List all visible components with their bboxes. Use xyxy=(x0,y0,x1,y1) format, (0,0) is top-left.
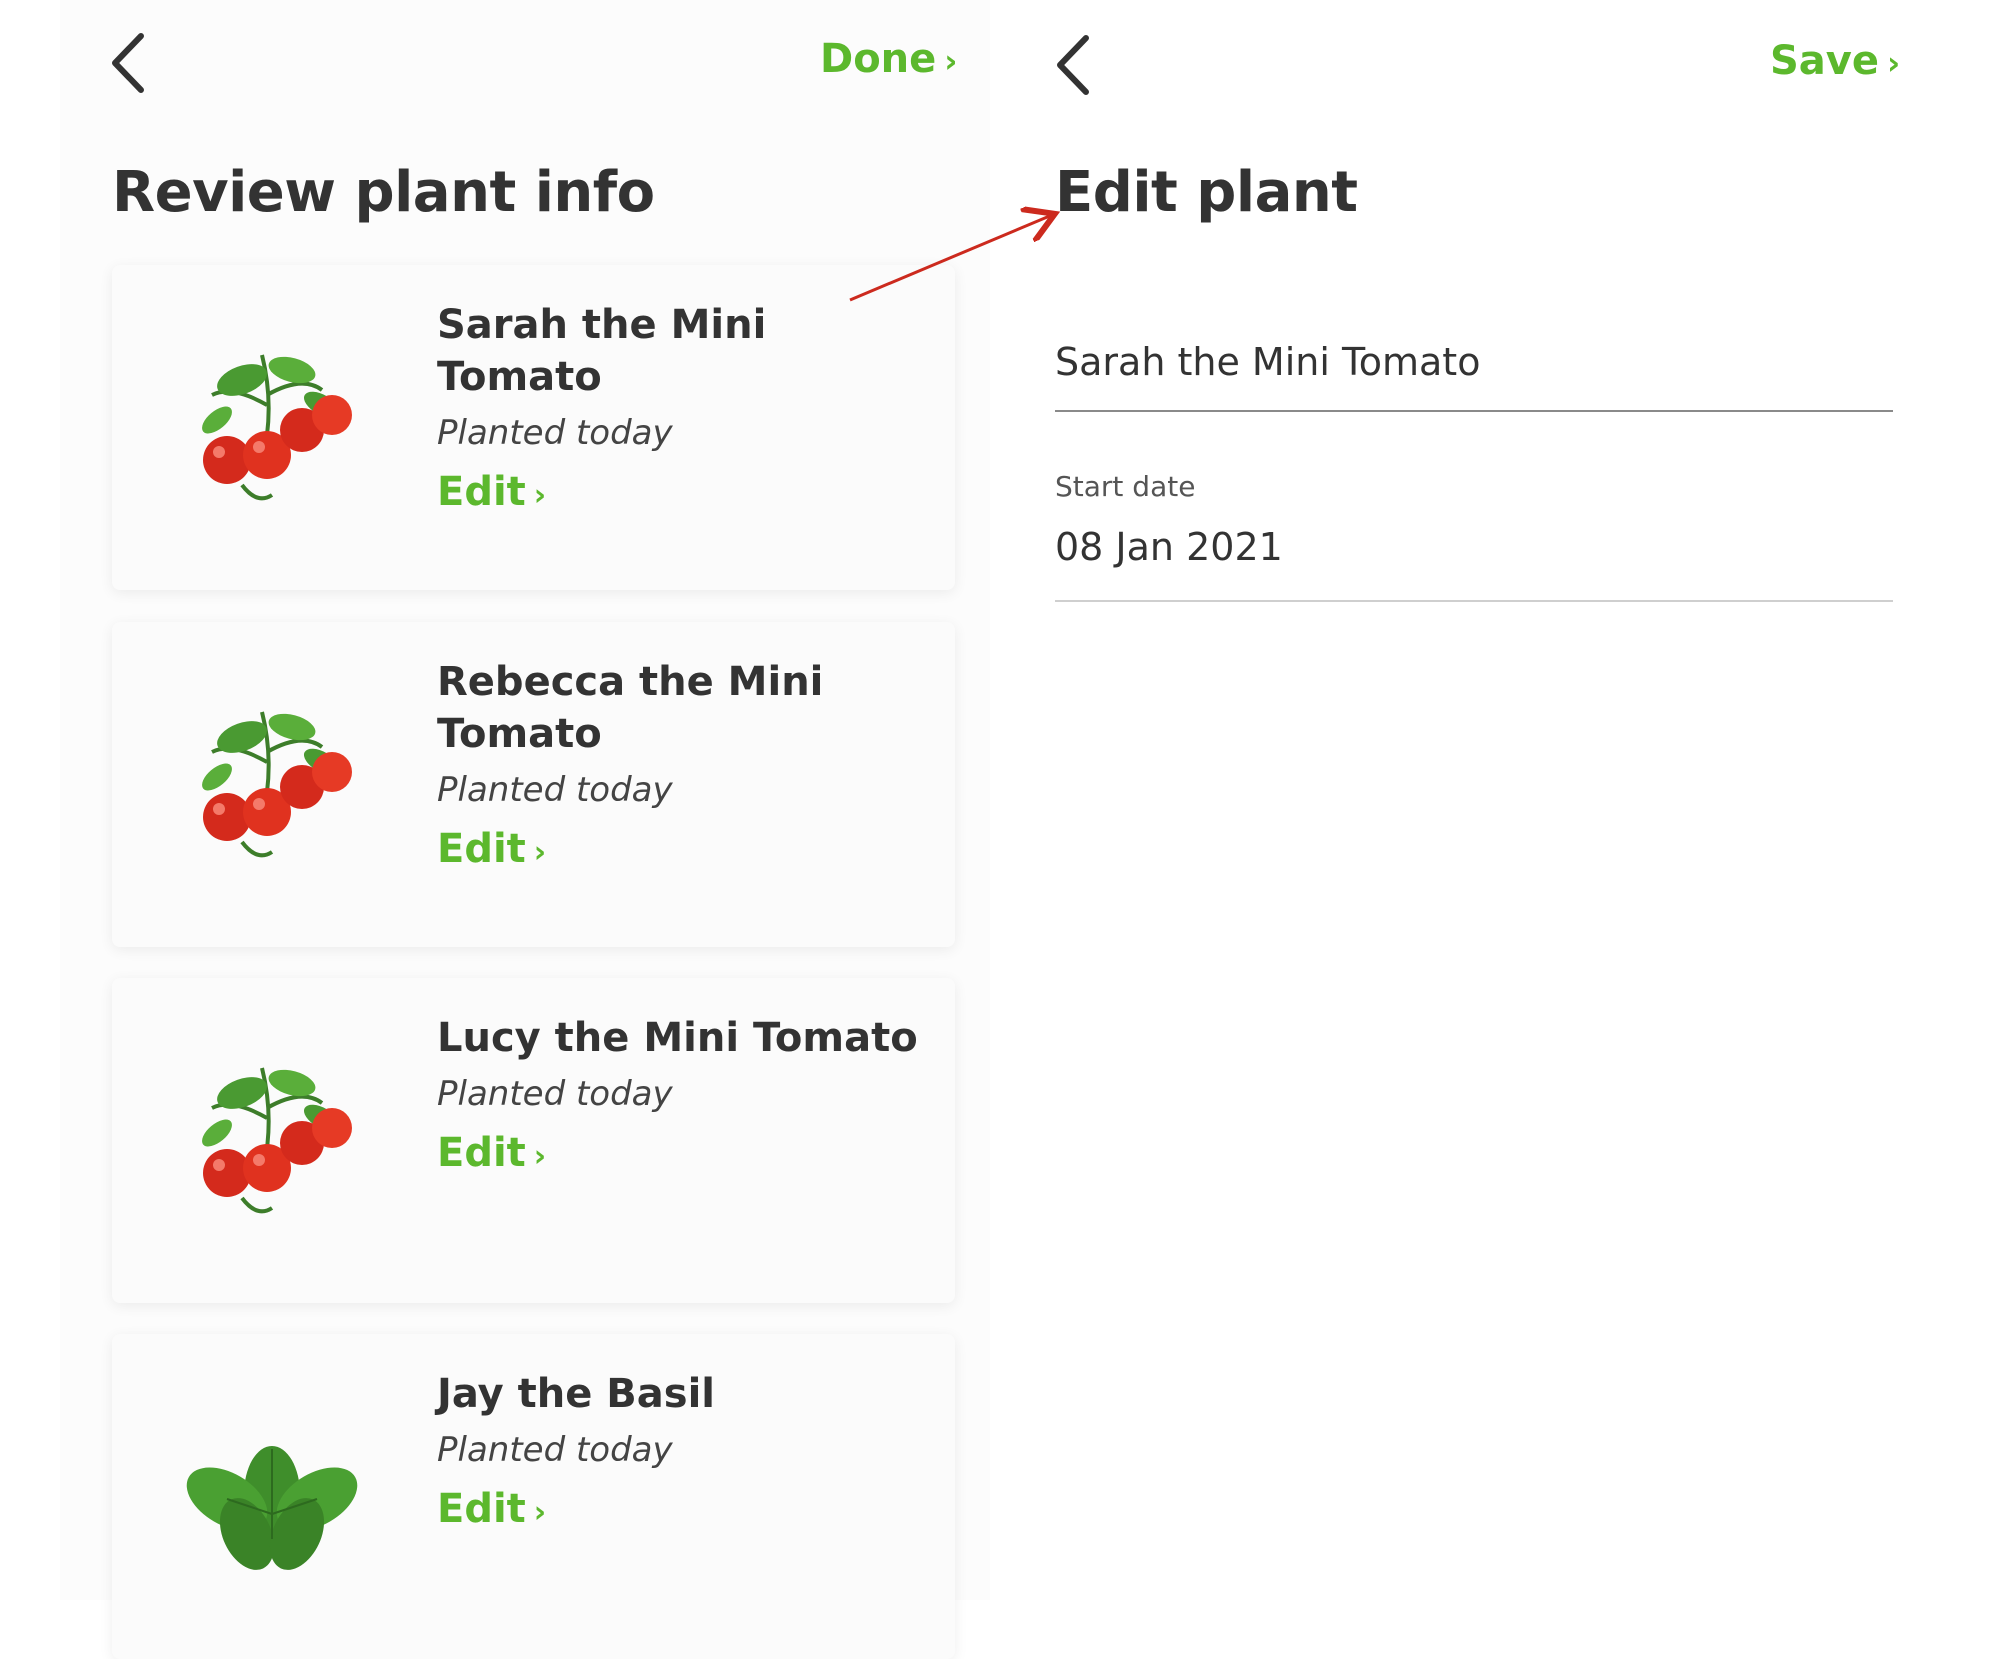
plant-card: Sarah the Mini Tomato Planted today Edit… xyxy=(112,265,955,590)
plant-name: Jay the Basil xyxy=(437,1371,716,1417)
start-date-value: 08 Jan 2021 xyxy=(1055,525,1283,569)
back-chevron-icon[interactable] xyxy=(1050,30,1100,100)
plant-name: Sarah the Mini Tomato xyxy=(437,302,767,400)
done-chevron-icon: › xyxy=(944,42,958,80)
edit-plant-button[interactable]: Edit › xyxy=(437,469,546,515)
plant-status: Planted today xyxy=(437,413,673,453)
start-date-field[interactable]: Start date 08 Jan 2021 xyxy=(1055,470,1893,602)
basil-plant-icon xyxy=(172,1404,372,1584)
review-plant-info-screen: Done › Review plant info Sarah the Mini T… xyxy=(60,0,990,1659)
edit-label: Edit xyxy=(437,469,526,515)
edit-label: Edit xyxy=(437,826,526,872)
edit-plant-button[interactable]: Edit › xyxy=(437,1486,546,1532)
tomato-plant-icon xyxy=(172,1048,372,1228)
save-chevron-icon: › xyxy=(1887,44,1901,82)
edit-label: Edit xyxy=(437,1486,526,1532)
page-title: Review plant info xyxy=(112,160,655,225)
save-label: Save xyxy=(1770,38,1880,84)
plant-name-field[interactable]: Sarah the Mini Tomato xyxy=(1055,330,1893,412)
tomato-plant-icon xyxy=(172,335,372,515)
edit-chevron-icon: › xyxy=(533,1139,547,1174)
edit-plant-screen: Save › Edit plant Sarah the Mini Tomato S… xyxy=(1040,0,1940,1600)
edit-chevron-icon: › xyxy=(533,478,547,513)
edit-label: Edit xyxy=(437,1130,526,1176)
done-label: Done xyxy=(820,36,937,82)
edit-chevron-icon: › xyxy=(533,1495,547,1530)
edit-chevron-icon: › xyxy=(533,835,547,870)
done-button[interactable]: Done › xyxy=(820,36,957,82)
plant-card: Rebecca the Mini Tomato Planted today Ed… xyxy=(112,622,955,947)
tomato-plant-icon xyxy=(172,692,372,872)
plant-name-value: Sarah the Mini Tomato xyxy=(1055,340,1481,384)
plant-status: Planted today xyxy=(437,1430,673,1470)
plant-name: Lucy the Mini Tomato xyxy=(437,1015,918,1061)
save-button[interactable]: Save › xyxy=(1770,38,1900,84)
start-date-label: Start date xyxy=(1055,470,1196,503)
back-chevron-icon[interactable] xyxy=(105,28,155,98)
page-title: Edit plant xyxy=(1055,160,1358,225)
plant-name: Rebecca the Mini Tomato xyxy=(437,659,824,757)
plant-card: Lucy the Mini Tomato Planted today Edit › xyxy=(112,978,955,1303)
plant-status: Planted today xyxy=(437,1074,673,1114)
edit-plant-button[interactable]: Edit › xyxy=(437,1130,546,1176)
plant-status: Planted today xyxy=(437,770,673,810)
edit-plant-button[interactable]: Edit › xyxy=(437,826,546,872)
plant-card: Jay the Basil Planted today Edit › xyxy=(112,1334,955,1659)
